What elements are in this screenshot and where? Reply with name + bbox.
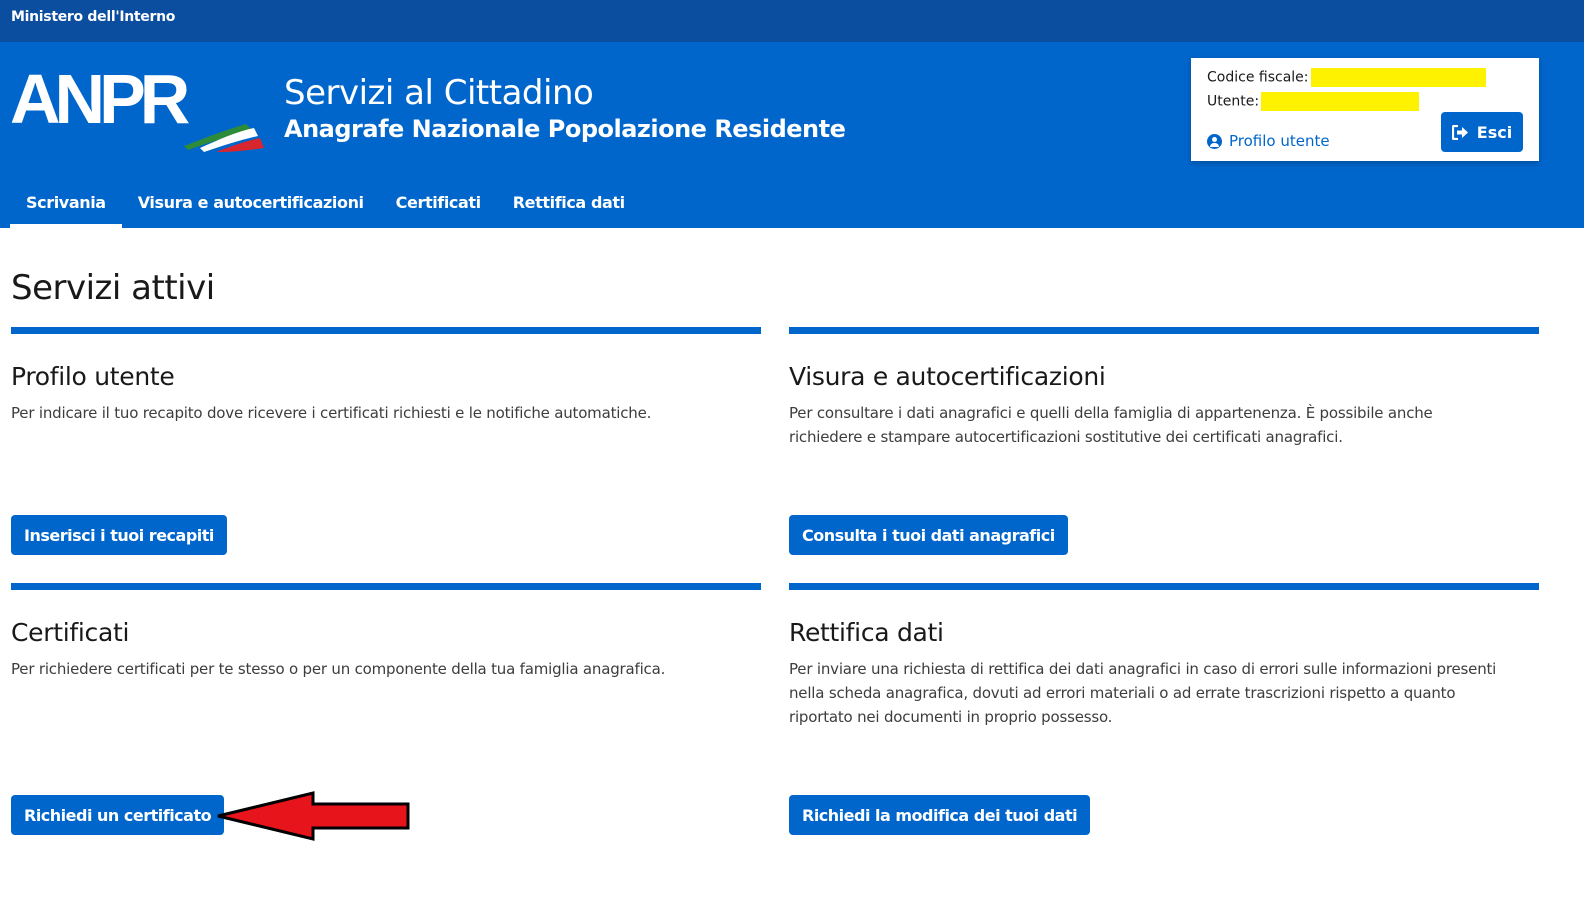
tab-rettifica[interactable]: Rettifica dati	[497, 192, 641, 228]
card-description: Per indicare il tuo recapito dove riceve…	[11, 404, 652, 422]
logout-label: Esci	[1476, 122, 1513, 142]
card-description: Per consultare i dati anagrafici e quell…	[789, 404, 1433, 446]
card-rule	[789, 583, 1539, 590]
user-circle-icon	[1207, 133, 1222, 149]
card-rule	[11, 327, 761, 334]
ministry-label: Ministero dell'Interno	[11, 9, 176, 25]
card-title: Visura e autocertificazioni	[789, 362, 1106, 391]
anpr-logo[interactable]: ANPR	[10, 60, 264, 154]
site-titles: Servizi al Cittadino Anagrafe Nazionale …	[284, 72, 846, 145]
red-arrow-icon	[217, 791, 410, 841]
view-data-button[interactable]: Consulta i tuoi dati anagrafici	[789, 515, 1068, 555]
codice-fiscale-redacted	[1310, 68, 1486, 87]
card-rule	[789, 327, 1539, 334]
insert-contacts-button[interactable]: Inserisci i tuoi recapiti	[11, 515, 227, 555]
card-title: Rettifica dati	[789, 618, 944, 647]
codice-fiscale-row: Codice fiscale:	[1207, 68, 1486, 87]
request-correction-button[interactable]: Richiedi la modifica dei tuoi dati	[789, 795, 1091, 835]
site-header: ANPR Servizi al Cittadino Anagrafe Nazio…	[0, 42, 1584, 228]
tab-certificati[interactable]: Certificati	[380, 192, 497, 228]
request-certificate-button[interactable]: Richiedi un certificato	[11, 795, 225, 835]
card-description: Per inviare una richiesta di rettifica d…	[789, 660, 1497, 726]
user-box: Codice fiscale: Utente: Profilo utente E…	[1191, 58, 1539, 161]
card-title: Certificati	[11, 618, 130, 647]
logout-button[interactable]: Esci	[1441, 112, 1523, 152]
utente-label: Utente:	[1207, 93, 1260, 110]
codice-fiscale-label: Codice fiscale:	[1207, 69, 1309, 86]
logo-text: ANPR	[10, 60, 190, 138]
profile-link[interactable]: Profilo utente	[1207, 132, 1330, 150]
site-subtitle: Anagrafe Nazionale Popolazione Residente	[284, 115, 846, 143]
tab-visura[interactable]: Visura e autocertificazioni	[122, 192, 380, 228]
card-title: Profilo utente	[11, 362, 175, 391]
tab-scrivania[interactable]: Scrivania	[10, 192, 122, 228]
card-rule	[11, 583, 761, 590]
flag-swoosh-icon	[184, 124, 264, 152]
ministry-bar: Ministero dell'Interno	[0, 0, 1584, 42]
site-title: Servizi al Cittadino	[284, 73, 594, 113]
main-nav: Scrivania Visura e autocertificazioni Ce…	[10, 192, 641, 228]
page-title: Servizi attivi	[11, 268, 215, 308]
card-certificati: Certificati Per richiedere certificati p…	[11, 583, 761, 835]
sign-out-icon	[1451, 124, 1468, 140]
card-rettifica: Rettifica dati Per inviare una richiesta…	[789, 583, 1539, 835]
card-description: Per richiedere certificati per te stesso…	[11, 660, 666, 678]
profile-link-label: Profilo utente	[1229, 132, 1330, 150]
card-visura: Visura e autocertificazioni Per consulta…	[789, 327, 1539, 555]
utente-redacted	[1261, 92, 1420, 111]
utente-row: Utente:	[1207, 92, 1420, 111]
card-profilo-utente: Profilo utente Per indicare il tuo recap…	[11, 327, 761, 555]
